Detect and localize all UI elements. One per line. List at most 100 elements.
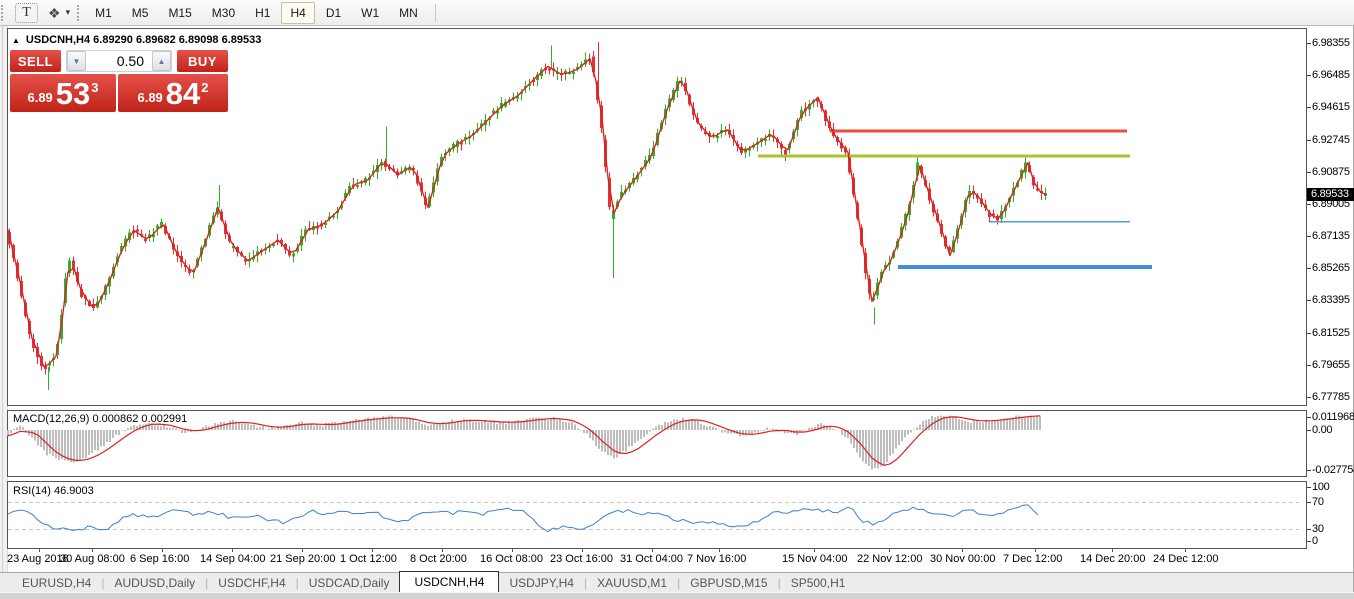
date-axis-label: 23 Oct 16:00 (550, 553, 613, 565)
date-axis-label: 22 Nov 12:00 (857, 553, 923, 565)
date-axis-label: 30 Nov 00:00 (930, 553, 996, 565)
symbol-tab-SP500-H1[interactable]: SP500,H1 (781, 573, 856, 592)
axis-tick (1307, 204, 1311, 205)
axis-tick (1307, 236, 1311, 237)
axis-tick (1307, 430, 1311, 431)
panel-splitter[interactable] (7, 477, 1307, 481)
price-axis-label: 6.90875 (1312, 166, 1350, 178)
date-axis-label: 6 Sep 16:00 (130, 553, 190, 565)
sell-price-prefix: 6.89 (27, 90, 53, 105)
timeframe-button-MN[interactable]: MN (390, 2, 427, 24)
macd-indicator-panel[interactable] (7, 410, 1307, 477)
date-axis-label: 21 Sep 20:00 (270, 553, 336, 565)
date-axis-tick (232, 549, 233, 552)
date-axis-label: 30 Aug 08:00 (60, 553, 125, 565)
axis-tick (1307, 300, 1311, 301)
symbol-tab-USDJPY-H4[interactable]: USDJPY,H4 (499, 573, 583, 592)
chart-ohlc-title: ▲ USDCNH,H4 6.89290 6.89682 6.89098 6.89… (12, 34, 261, 46)
symbol-tab-EURUSD-H4[interactable]: EURUSD,H4 (12, 573, 101, 592)
volume-input[interactable]: 0.50 (86, 51, 152, 71)
date-axis-label: 16 Oct 08:00 (480, 553, 543, 565)
timeframe-button-M15[interactable]: M15 (159, 2, 200, 24)
axis-tick (1307, 417, 1311, 418)
ohlc-text: USDCNH,H4 6.89290 6.89682 6.89098 6.8953… (25, 34, 262, 46)
price-axis-label: 6.79655 (1312, 359, 1350, 371)
chevron-down-icon[interactable]: ▾ (66, 7, 71, 18)
drawing-tool-icon: ❖ (48, 4, 61, 21)
volume-increase-button[interactable]: ▲ (152, 51, 171, 71)
date-axis-tick (92, 549, 93, 552)
symbol-tab-USDCNH-H4[interactable]: USDCNH,H4 (399, 571, 500, 592)
price-axis-label: 6.85265 (1312, 262, 1350, 274)
toolbar-separator (434, 3, 436, 22)
date-axis-tick (652, 549, 653, 552)
symbol-tab-USDCAD-Daily[interactable]: USDCAD,Daily (299, 573, 400, 592)
volume-decrease-button[interactable]: ▼ (67, 51, 86, 71)
date-axis-tick (372, 549, 373, 552)
text-tool-button[interactable]: T (15, 2, 38, 23)
price-axis-label: 100 (1312, 481, 1330, 493)
date-axis-tick (1035, 549, 1036, 552)
timeframe-toolbar: M1 M5 M15 M30 H1 H4 D1 W1 MN (86, 1, 427, 24)
date-axis-label: 8 Oct 20:00 (410, 553, 467, 565)
status-strip (0, 592, 1354, 599)
axis-tick (1307, 487, 1311, 488)
axis-tick (1307, 541, 1311, 542)
date-axis-tick (962, 549, 963, 552)
toolbar-grip[interactable] (1, 4, 3, 21)
symbol-tab-XAUUSD-M1[interactable]: XAUUSD,M1 (587, 573, 677, 592)
buy-price-box[interactable]: 6.89 84 2 (118, 74, 228, 112)
sell-button[interactable]: SELL (10, 50, 61, 72)
price-axis-label: 6.92745 (1312, 134, 1350, 146)
axis-tick (1307, 529, 1311, 530)
date-axis-tick (1112, 549, 1113, 552)
symbol-tab-AUDUSD-Daily[interactable]: AUDUSD,Daily (104, 573, 205, 592)
price-axis-label: 6.96485 (1312, 69, 1350, 81)
axis-tick (1307, 75, 1311, 76)
date-axis-label: 14 Sep 04:00 (200, 553, 266, 565)
buy-price-prefix: 6.89 (137, 90, 163, 105)
drawing-tools-button[interactable]: ❖ ▾ (48, 6, 70, 20)
price-axis-label: 6.77785 (1312, 391, 1350, 403)
date-axis-label: 1 Oct 12:00 (340, 553, 397, 565)
date-axis-label: 7 Dec 12:00 (1003, 553, 1063, 565)
mt4-window: T ❖ ▾ M1 M5 M15 M30 H1 H4 D1 W1 MN ▲ USDCNH,H4 6… (0, 0, 1354, 599)
date-axis-tick (1185, 549, 1186, 552)
timeframe-button-D1[interactable]: D1 (317, 2, 350, 24)
date-axis-tick (582, 549, 583, 552)
price-axis-label: 0 (1312, 535, 1318, 547)
price-axis-label: 70 (1312, 496, 1324, 508)
rsi-indicator-panel[interactable] (7, 481, 1307, 549)
axis-tick (1307, 43, 1311, 44)
timeframe-button-H1[interactable]: H1 (246, 2, 279, 24)
timeframe-button-M1[interactable]: M1 (86, 2, 121, 24)
timeframe-button-M5[interactable]: M5 (123, 2, 158, 24)
axis-tick (1307, 397, 1311, 398)
rsi-label: RSI(14) 46.9003 (13, 485, 94, 497)
date-axis-tick (39, 549, 40, 552)
date-axis-tick (512, 549, 513, 552)
timeframe-button-W1[interactable]: W1 (352, 2, 388, 24)
symbol-tab-GBPUSD-M15[interactable]: GBPUSD,M15 (680, 573, 777, 592)
axis-tick (1307, 268, 1311, 269)
toolbar-grip[interactable] (77, 4, 80, 21)
toolbar: T ❖ ▾ M1 M5 M15 M30 H1 H4 D1 W1 MN (0, 0, 1354, 26)
timeframe-button-M30[interactable]: M30 (203, 2, 244, 24)
sell-price-box[interactable]: 6.89 53 3 (10, 74, 116, 112)
collapse-panel-icon[interactable]: ▲ (12, 36, 20, 45)
axis-tick (1307, 333, 1311, 334)
symbol-tab-USDCHF-H4[interactable]: USDCHF,H4 (208, 573, 295, 592)
axis-tick (1307, 365, 1311, 366)
buy-button[interactable]: BUY (177, 50, 228, 72)
panel-splitter[interactable] (7, 406, 1307, 410)
price-axis-label: 6.98355 (1312, 37, 1350, 49)
date-axis-tick (719, 549, 720, 552)
price-axis-label: 0.011968 (1312, 411, 1354, 423)
date-axis-label: 31 Oct 04:00 (620, 553, 683, 565)
macd-label: MACD(12,26,9) 0.000862 0.002991 (13, 413, 188, 425)
chart-tab-bar: EURUSD,H4 | AUDUSD,Daily | USDCHF,H4 | USDCAD,… (0, 571, 1354, 592)
sell-price-pip: 3 (91, 80, 99, 95)
date-axis-tick (889, 549, 890, 552)
timeframe-button-H4[interactable]: H4 (281, 1, 315, 24)
price-axis-label: 30 (1312, 523, 1324, 535)
